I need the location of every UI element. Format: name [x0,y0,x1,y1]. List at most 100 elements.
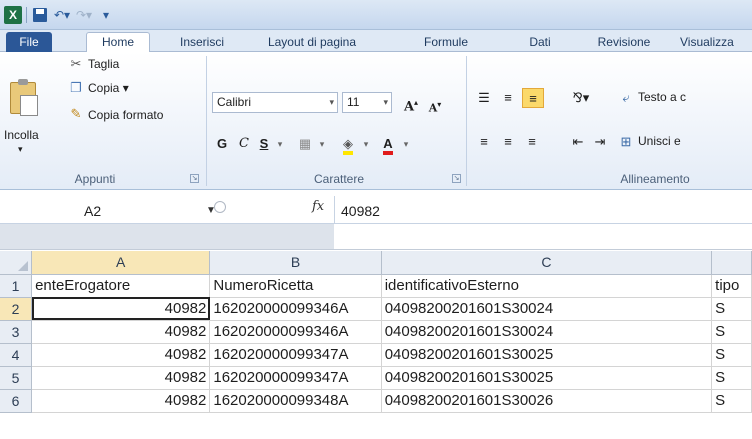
font-color-icon[interactable]: A [376,134,400,155]
cut-label[interactable]: Taglia [88,57,119,71]
align-middle-icon[interactable]: ≡ [498,88,518,108]
bold-button[interactable]: G [212,134,232,154]
cell[interactable]: 162020000099346A [209,297,382,321]
cancel-icon[interactable] [214,201,226,213]
table-row: 4 40982 162020000099347A 04098200201601S300… [0,343,752,367]
grow-font-button[interactable]: A▴ [398,92,424,114]
title-bar: X ↶▾ ↷▾ ▾ [0,0,752,30]
align-right-icon[interactable]: ≡ [522,132,542,152]
tab-data[interactable]: Dati [518,33,562,52]
formula-input[interactable]: 40982 [341,200,380,222]
italic-button[interactable]: C [234,134,254,154]
undo-icon[interactable]: ↶▾ [53,6,71,24]
fill-color-icon[interactable]: ◈ [336,134,360,155]
align-left-icon[interactable]: ≡ [474,132,494,152]
clipboard-launcher-icon[interactable]: ↘ [190,174,199,183]
column-header-a[interactable]: A [31,251,211,275]
column-header-c[interactable]: C [381,251,713,275]
cell[interactable]: 162020000099348A [209,389,382,413]
redo-icon[interactable]: ↷▾ [75,6,93,24]
column-header-d[interactable] [711,251,752,275]
select-all-corner[interactable] [0,251,33,275]
column-header-row: A B C [0,251,752,275]
underline-dropdown-icon[interactable]: ▾ [274,134,286,154]
fill-dropdown-icon[interactable]: ▾ [360,134,372,154]
chevron-down-icon[interactable]: ▾ [383,93,388,112]
tab-review[interactable]: Revisione [590,33,658,52]
tab-view[interactable]: Visualizza [680,33,752,52]
tab-home[interactable]: Home [86,32,150,52]
copy-icon[interactable]: ❐ [68,80,84,96]
cell[interactable]: S [711,389,752,413]
paste-icon[interactable] [10,79,38,116]
table-row: 5 40982 162020000099347A 04098200201601S300… [0,366,752,390]
orientation-icon[interactable]: ⅋▾ [568,88,594,108]
alignment-group-label: Allineamento [620,172,690,186]
row-header[interactable]: 2 [0,297,33,321]
excel-logo-icon[interactable]: X [4,6,22,24]
cell[interactable]: 40982 [31,320,211,344]
underline-button[interactable]: S [254,134,274,154]
paste-dropdown-icon[interactable]: ▾ [18,144,23,155]
cell[interactable]: 04098200201601S30025 [381,366,713,390]
decrease-indent-icon[interactable]: ⇤ [568,132,588,152]
align-top-icon[interactable]: ☰ [474,88,494,108]
chevron-down-icon[interactable]: ▾ [329,93,334,112]
format-painter-icon[interactable]: ✎ [68,106,84,122]
copy-label[interactable]: Copia ▾ [88,81,129,95]
cell[interactable]: 40982 [31,343,211,367]
cell[interactable]: 162020000099347A [209,366,382,390]
cell[interactable]: identificativoEsterno [381,274,713,298]
format-painter-label[interactable]: Copia formato [88,108,163,122]
increase-indent-icon[interactable]: ⇥ [590,132,610,152]
cell[interactable]: 40982 [31,366,211,390]
tab-insert[interactable]: Inserisci [168,33,236,52]
cell[interactable]: 40982 [31,389,211,413]
cell[interactable]: 162020000099346A [209,320,382,344]
cell[interactable]: S [711,343,752,367]
table-row: 6 40982 162020000099348A 04098200201601S300… [0,389,752,413]
name-box[interactable]: A2 ▼ [14,200,232,222]
cell[interactable]: S [711,297,752,321]
save-icon[interactable] [31,6,49,24]
paste-label[interactable]: Incolla [4,128,39,142]
ribbon-tabs: File Home Inserisci Layout di pagina For… [0,30,752,52]
font-name-combo[interactable]: Calibri ▾ [212,92,338,113]
row-header[interactable]: 4 [0,343,33,367]
cell[interactable]: NumeroRicetta [209,274,382,298]
row-header[interactable]: 6 [0,389,33,413]
tab-formulas[interactable]: Formule [412,33,480,52]
merge-label[interactable]: Unisci e [638,134,681,148]
align-center-icon[interactable]: ≡ [498,132,518,152]
font-size-combo[interactable]: 11 ▾ [342,92,392,113]
font-color-dropdown-icon[interactable]: ▾ [400,134,412,154]
scissors-icon[interactable]: ✂ [68,56,84,72]
cell[interactable]: 04098200201601S30025 [381,343,713,367]
row-header[interactable]: 5 [0,366,33,390]
cell[interactable]: 04098200201601S30024 [381,297,713,321]
cell[interactable]: 04098200201601S30026 [381,389,713,413]
borders-dropdown-icon[interactable]: ▾ [316,134,328,154]
cell[interactable]: tipo [711,274,752,298]
insert-function-icon[interactable]: fx [312,196,328,218]
cell[interactable]: 162020000099347A [209,343,382,367]
wrap-text-label[interactable]: Testo a c [638,90,686,104]
tab-page-layout[interactable]: Layout di pagina [256,33,368,52]
font-launcher-icon[interactable]: ↘ [452,174,461,183]
tab-file[interactable]: File [6,32,52,52]
formula-bar-expander [0,224,334,250]
cell[interactable]: S [711,320,752,344]
customize-qat-icon[interactable]: ▾ [97,6,115,24]
row-header[interactable]: 1 [0,274,33,298]
merge-icon[interactable]: ⊞ [616,132,636,152]
align-bottom-icon[interactable]: ≡ [522,88,544,108]
shrink-font-button[interactable]: A▾ [424,94,446,115]
wrap-text-icon[interactable]: ⤶ [616,88,636,108]
borders-icon[interactable]: ▦ [294,134,316,154]
cell[interactable]: 04098200201601S30024 [381,320,713,344]
cell[interactable]: 40982 [31,297,211,321]
row-header[interactable]: 3 [0,320,33,344]
cell[interactable]: S [711,366,752,390]
column-header-b[interactable]: B [209,251,382,275]
cell[interactable]: enteErogatore [31,274,211,298]
